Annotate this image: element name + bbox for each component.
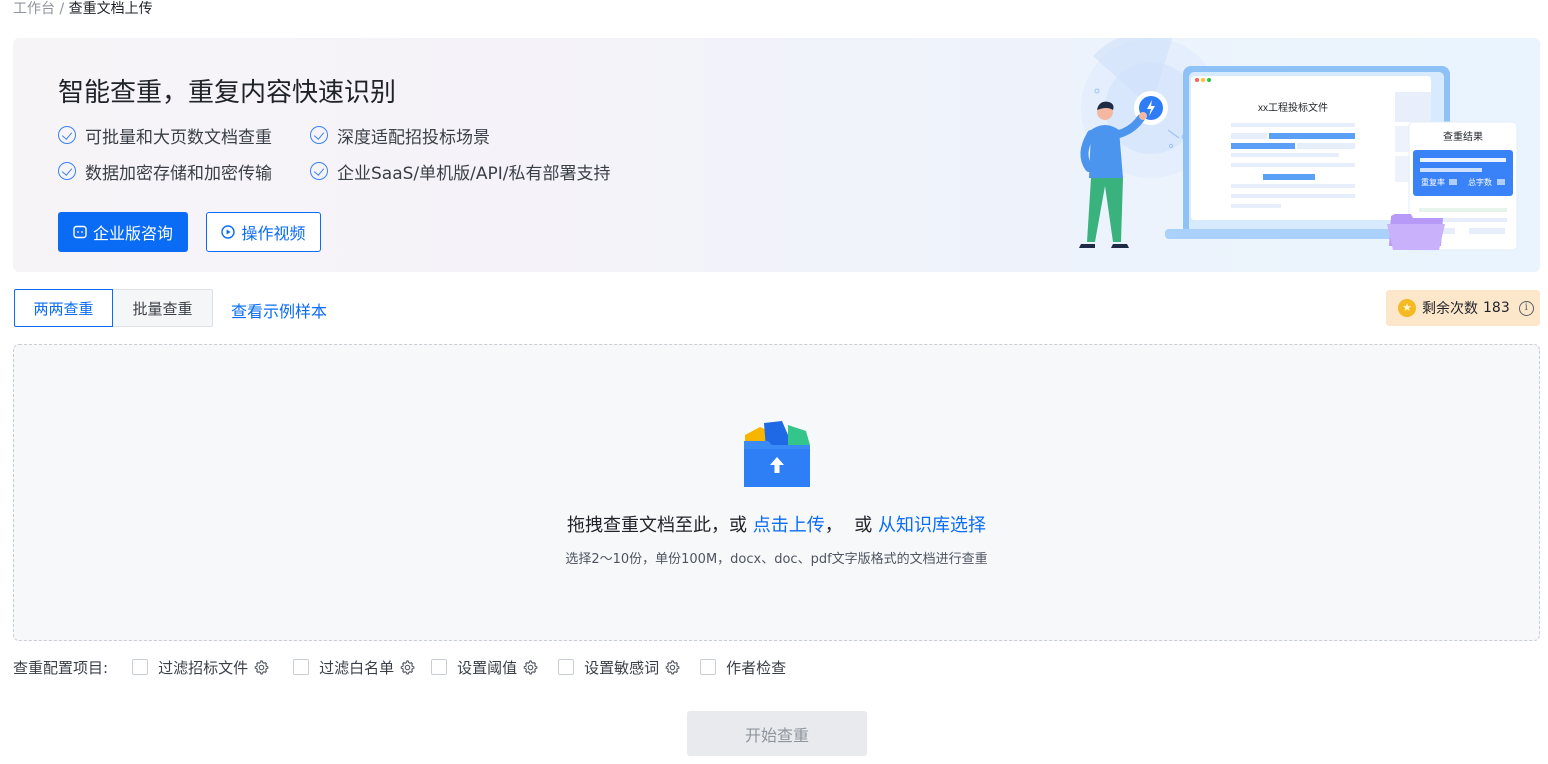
check-circle-icon: [310, 162, 328, 180]
tutorial-video-button[interactable]: 操作视频: [206, 212, 321, 252]
threshold-label[interactable]: 设置阈值: [457, 657, 517, 678]
gear-icon[interactable]: [253, 659, 269, 675]
feature-item: 数据加密存储和加密传输: [58, 160, 272, 184]
coin-icon: [1398, 299, 1416, 317]
config-option-threshold: 设置阈值: [431, 657, 538, 678]
config-option-sensitive-words: 设置敏感词: [558, 657, 680, 678]
feature-item: 可批量和大页数文档查重: [58, 124, 272, 148]
feature-label: 可批量和大页数文档查重: [85, 127, 272, 148]
check-circle-icon: [58, 162, 76, 180]
dropzone-text-middle: ， 或: [824, 515, 878, 536]
tab-pairwise-check[interactable]: 两两查重: [14, 289, 113, 327]
config-option-filter-tender: 过滤招标文件: [132, 657, 269, 678]
enterprise-consult-button[interactable]: 企业版咨询: [58, 212, 188, 252]
gear-icon[interactable]: [399, 659, 415, 675]
play-circle-icon: [221, 225, 236, 239]
check-config: 查重配置项目: 过滤招标文件 过滤白名单 设置阈值 设置敏感词 作者检查: [13, 657, 802, 677]
sensitive-words-label[interactable]: 设置敏感词: [584, 657, 659, 678]
start-check-button[interactable]: 开始查重: [687, 711, 867, 756]
gear-icon[interactable]: [664, 659, 680, 675]
breadcrumb-separator: /: [55, 1, 69, 17]
select-from-library-link[interactable]: 从知识库选择: [878, 515, 986, 536]
author-check-label[interactable]: 作者检查: [726, 657, 786, 678]
chat-icon: [73, 225, 87, 239]
illustration-result-rate: 重复率: [1421, 177, 1445, 187]
config-option-filter-whitelist: 过滤白名单: [293, 657, 415, 678]
breadcrumb-current: 查重文档上传: [68, 1, 153, 17]
feature-item: 深度适配招投标场景: [310, 124, 490, 148]
dropzone-text-prefix: 拖拽查重文档至此，或: [567, 515, 753, 536]
info-icon[interactable]: i: [1518, 300, 1534, 316]
filter-tender-label[interactable]: 过滤招标文件: [158, 657, 248, 678]
feature-label: 深度适配招投标场景: [337, 127, 490, 148]
check-circle-icon: [310, 126, 328, 144]
remaining-quota: 剩余次数 183 i: [1386, 290, 1540, 326]
illustration-result-words: 总字数: [1468, 177, 1492, 187]
tutorial-video-label: 操作视频: [241, 224, 306, 243]
breadcrumb-root[interactable]: 工作台: [13, 1, 55, 17]
gear-icon[interactable]: [522, 659, 538, 675]
config-option-author-check: 作者检查: [700, 657, 786, 678]
filter-tender-checkbox[interactable]: [132, 659, 149, 675]
feature-label: 企业SaaS/单机版/API/私有部署支持: [337, 163, 611, 184]
promo-banner: 智能查重，重复内容快速识别 可批量和大页数文档查重 深度适配招投标场景 数据加密…: [13, 38, 1540, 272]
upload-dropzone[interactable]: 拖拽查重文档至此，或 点击上传， 或 从知识库选择 选择2～10份，单份100M…: [13, 344, 1540, 641]
feature-label: 数据加密存储和加密传输: [85, 163, 272, 184]
click-upload-link[interactable]: 点击上传: [753, 515, 825, 536]
author-check-checkbox[interactable]: [700, 659, 717, 675]
quota-label: 剩余次数: [1422, 301, 1478, 317]
feature-item: 企业SaaS/单机版/API/私有部署支持: [310, 160, 611, 184]
check-mode-tabs: 两两查重 批量查重: [14, 289, 213, 327]
config-label: 查重配置项目:: [13, 658, 109, 677]
upload-folder-icon: [744, 421, 810, 487]
breadcrumb: 工作台 / 查重文档上传: [13, 0, 153, 18]
enterprise-consult-label: 企业版咨询: [92, 224, 173, 243]
banner-title: 智能查重，重复内容快速识别: [58, 78, 397, 108]
illustration-result-title: 查重结果: [1443, 130, 1483, 143]
tab-batch-check[interactable]: 批量查重: [113, 289, 213, 327]
threshold-checkbox[interactable]: [431, 659, 448, 675]
dropzone-instruction: 拖拽查重文档至此，或 点击上传， 或 从知识库选择: [14, 511, 1539, 537]
quota-value: 183: [1483, 300, 1510, 316]
sensitive-words-checkbox[interactable]: [558, 659, 575, 675]
view-sample-link[interactable]: 查看示例样本: [231, 298, 327, 322]
illustration-doc-title: xx工程投标文件: [1258, 101, 1328, 114]
check-circle-icon: [58, 126, 76, 144]
dropzone-hint: 选择2～10份，单份100M，docx、doc、pdf文字版格式的文档进行查重: [565, 552, 988, 567]
filter-whitelist-label[interactable]: 过滤白名单: [319, 657, 394, 678]
banner-illustration: xx工程投标文件 查重结果 重复率 总字数: [1079, 38, 1518, 251]
filter-whitelist-checkbox[interactable]: [293, 659, 310, 675]
